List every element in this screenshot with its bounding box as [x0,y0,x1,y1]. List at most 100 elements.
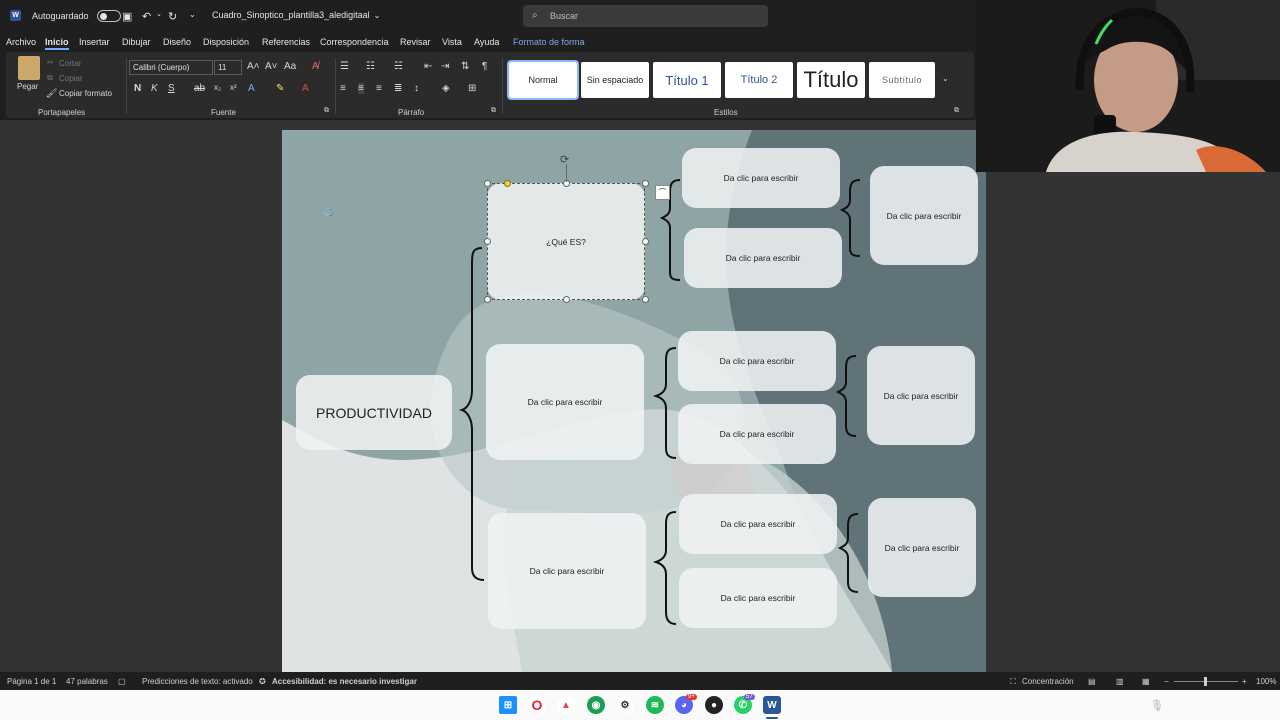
resize-handle[interactable] [484,238,491,245]
superscript-icon[interactable]: x² [230,83,237,92]
settings-gear-icon[interactable]: ⚙ [616,696,634,714]
shading-icon[interactable]: ◈ [442,83,450,94]
obs-icon[interactable]: ● [705,696,723,714]
styles-dialog-launcher-icon[interactable]: ⧉ [954,107,959,115]
level3-node[interactable]: Da clic para escribir [870,166,978,265]
tab-dibujar[interactable]: Dibujar [122,37,151,47]
level2-node[interactable]: Da clic para escribir [682,148,840,208]
tab-inicio[interactable]: Inicio [45,37,69,50]
redo-icon[interactable]: ↻ [168,10,177,23]
resize-handle[interactable] [563,296,570,303]
undo-icon[interactable]: ↶ [142,10,151,23]
change-case-icon[interactable]: Aa [284,61,296,72]
highlight-icon[interactable]: ✎ [276,83,284,94]
style-titulo[interactable]: Título [797,62,865,98]
underline-icon[interactable]: S [168,83,175,94]
tab-ayuda[interactable]: Ayuda [474,37,499,47]
styles-more-icon[interactable]: ⌄ [942,74,949,83]
align-left-icon[interactable]: ≡ [340,83,346,94]
shrink-font-icon[interactable]: A˅ [265,61,278,72]
strikethrough-icon[interactable]: ab [194,83,205,94]
numbering-icon[interactable]: ☷ [366,61,375,72]
style-sin-espaciado[interactable]: Sin espaciado [581,62,649,98]
chevron-down-icon[interactable]: ⌄ [374,11,381,20]
document-title[interactable]: Cuadro_Sinoptico_plantilla3_aledigitaal [212,10,370,20]
page-indicator[interactable]: Página 1 de 1 [7,677,56,686]
level3-node[interactable]: Da clic para escribir [867,346,975,445]
show-marks-icon[interactable]: ¶ [482,61,487,72]
decrease-indent-icon[interactable]: ⇤ [424,61,432,72]
tab-disposicion[interactable]: Disposición [203,37,249,47]
level2-node[interactable]: Da clic para escribir [678,404,836,464]
spotify-icon[interactable]: ≋ [646,696,664,714]
tab-correspondencia[interactable]: Correspondencia [320,37,389,47]
level2-node[interactable]: Da clic para escribir [678,331,836,391]
borders-icon[interactable]: ⊞ [468,83,476,94]
read-mode-icon[interactable]: ▤ [1088,677,1096,686]
multilevel-list-icon[interactable]: ☵ [394,61,403,72]
resize-handle[interactable] [642,180,649,187]
save-icon[interactable]: ▣ [122,10,132,23]
customize-toolbar-icon[interactable]: ⌄ [189,10,196,19]
level2-node[interactable]: Da clic para escribir [679,494,837,554]
word-taskbar-icon[interactable]: W [763,696,781,714]
adjust-handle[interactable] [504,180,511,187]
bold-icon[interactable]: N [134,83,141,94]
clear-format-icon[interactable]: A̸ [312,61,319,72]
word-count[interactable]: 47 palabras [66,677,108,686]
level2-node[interactable]: Da clic para escribir [679,568,837,628]
focus-mode-button[interactable]: Concentración [1022,677,1074,686]
tab-formato-de-forma[interactable]: Formato de forma [513,37,585,47]
paragraph-dialog-launcher-icon[interactable]: ⧉ [491,107,496,115]
text-predictions[interactable]: Predicciones de texto: activado [142,677,253,686]
level1-node[interactable]: Da clic para escribir [488,513,646,629]
print-layout-icon[interactable]: ▥ [1116,677,1124,686]
style-titulo-2[interactable]: Título 2 [725,62,793,98]
align-center-icon[interactable]: ≡ [358,83,364,94]
font-size-select[interactable]: 11 [214,60,242,75]
paste-icon[interactable] [18,56,40,80]
layout-options-icon[interactable]: ⌒ [655,185,670,200]
undo-dropdown-icon[interactable]: ⌄ [156,10,162,18]
document-page[interactable]: ⚓ PRODUCTIVIDAD ¿Qué ES? Da clic para es… [282,130,986,672]
accessibility-status[interactable]: Accesibilidad: es necesario investigar [272,677,417,686]
root-node[interactable]: PRODUCTIVIDAD [296,375,452,450]
align-right-icon[interactable]: ≡ [376,83,382,94]
copy-button[interactable]: Copiar [59,74,83,83]
rotate-icon[interactable]: ⟳ [560,153,569,166]
format-painter-button[interactable]: Copiar formato [59,89,112,98]
zoom-slider-thumb[interactable] [1204,677,1207,686]
web-layout-icon[interactable]: ▦ [1142,677,1150,686]
style-subtitulo[interactable]: Subtítulo [869,62,935,98]
line-spacing-icon[interactable]: ↕ [414,83,419,94]
resize-handle[interactable] [484,180,491,187]
text-effects-icon[interactable]: A [248,83,255,94]
zoom-in-icon[interactable]: + [1242,677,1247,686]
adobe-icon[interactable]: ▲ [557,696,575,714]
level3-node[interactable]: Da clic para escribir [868,498,976,597]
microphone-icon[interactable]: 🎙 [1148,696,1166,714]
cut-button[interactable]: Cortar [59,59,81,68]
tab-insertar[interactable]: Insertar [79,37,110,47]
italic-icon[interactable]: K [151,83,158,94]
subscript-icon[interactable]: x₂ [214,83,221,92]
resize-handle[interactable] [484,296,491,303]
font-name-select[interactable]: Calibri (Cuerpo) [129,60,213,75]
tab-revisar[interactable]: Revisar [400,37,431,47]
increase-indent-icon[interactable]: ⇥ [441,61,449,72]
level2-node[interactable]: Da clic para escribir [684,228,842,288]
proofing-icon[interactable]: ▢ [118,677,126,686]
style-normal[interactable]: Normal [507,60,579,100]
zoom-level[interactable]: 100% [1256,677,1276,686]
resize-handle[interactable] [642,238,649,245]
font-color-icon[interactable]: A [302,83,309,94]
tab-archivo[interactable]: Archivo [6,37,36,47]
tab-referencias[interactable]: Referencias [262,37,310,47]
sort-icon[interactable]: ⇅ [461,61,469,72]
autosave-toggle[interactable] [96,10,121,22]
windows-start-icon[interactable]: ⊞ [499,696,517,714]
tab-diseno[interactable]: Diseño [163,37,191,47]
grow-font-icon[interactable]: A˄ [247,61,260,72]
resize-handle[interactable] [642,296,649,303]
paste-button[interactable]: Pegar [17,82,38,91]
